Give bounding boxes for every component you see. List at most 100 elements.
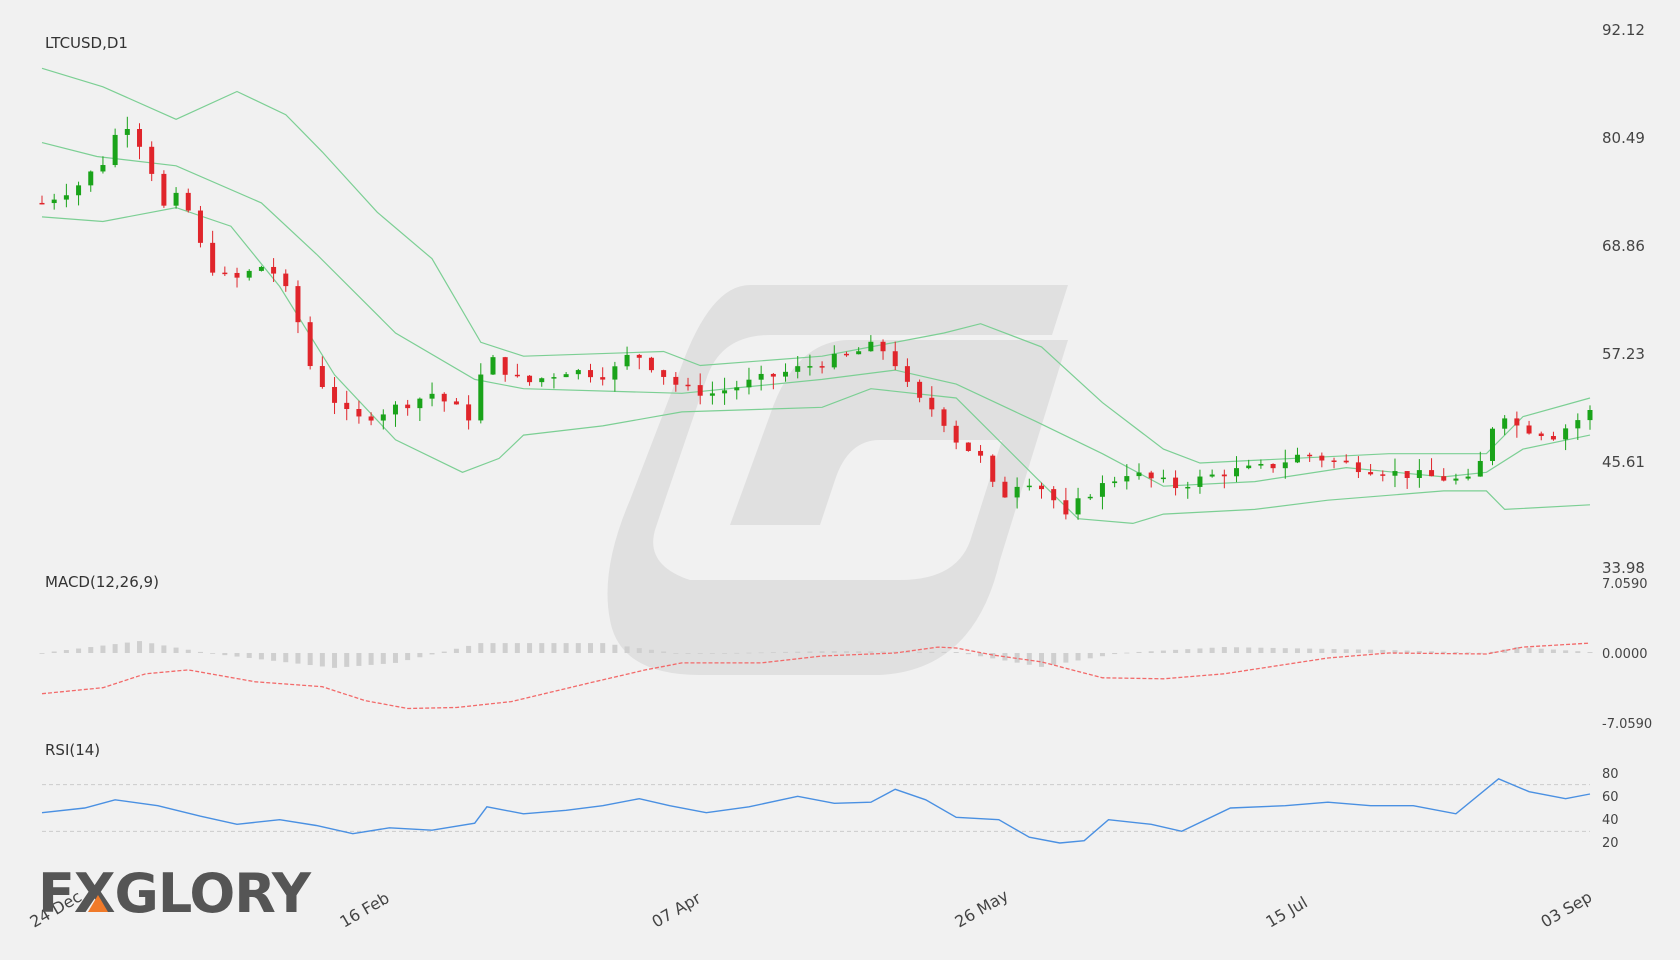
candle-up <box>624 354 630 367</box>
macd-histogram-bar <box>1380 649 1386 653</box>
macd-histogram-bar <box>1063 653 1069 663</box>
macd-histogram-bar <box>1355 649 1361 653</box>
candle-down <box>648 357 654 371</box>
candle-up <box>856 351 862 355</box>
macd-histogram-bar <box>478 643 484 653</box>
macd-histogram-bar <box>1550 649 1556 653</box>
macd-histogram-bar <box>453 648 459 653</box>
macd-histogram-bar <box>636 648 642 653</box>
macd-histogram-bar <box>1538 648 1544 653</box>
macd-histogram-bar <box>51 651 57 653</box>
macd-histogram-bar <box>709 653 715 654</box>
candle-down <box>295 286 301 323</box>
macd-histogram-bar <box>990 653 996 659</box>
rsi-line <box>41 777 1591 844</box>
macd-histogram-bar <box>831 651 837 653</box>
candle-up <box>722 390 728 394</box>
macd-histogram-bar <box>1526 647 1532 653</box>
macd-histogram-bar <box>1331 649 1337 653</box>
candle-up <box>124 129 130 135</box>
candle-down <box>1404 471 1410 478</box>
macd-histogram-bar <box>648 649 654 653</box>
candle-down <box>1331 460 1337 462</box>
candle-down <box>1173 477 1179 489</box>
candle-down <box>1343 460 1349 463</box>
macd-histogram-bar <box>1270 647 1276 653</box>
macd-histogram-bar <box>612 644 618 653</box>
macd-histogram-bar <box>222 653 228 656</box>
macd-histogram-bar <box>697 653 703 654</box>
candle-down <box>1270 463 1276 469</box>
candle-up <box>1465 476 1471 479</box>
macd-y-tick: 0.0000 <box>1602 647 1648 662</box>
macd-histogram-bar <box>880 651 886 653</box>
macd-histogram-bar <box>283 653 289 663</box>
macd-histogram-bar <box>490 643 496 653</box>
candle-up <box>539 378 545 383</box>
price-y-tick: 68.86 <box>1602 237 1645 255</box>
candle-down <box>1526 425 1532 434</box>
macd-histogram-bar <box>1026 653 1032 665</box>
macd-histogram-bar <box>271 653 277 661</box>
macd-histogram-bar <box>734 652 740 654</box>
candle-down <box>197 210 203 243</box>
candle-down <box>661 370 667 377</box>
macd-histogram-bar <box>307 653 313 666</box>
candle-down <box>697 385 703 396</box>
macd-histogram-bar <box>1038 653 1044 667</box>
candle-up <box>1185 486 1191 489</box>
macd-histogram-bar <box>1429 651 1435 653</box>
macd-histogram-bar <box>1282 648 1288 653</box>
macd-histogram-bar <box>953 652 959 653</box>
candle-down <box>685 384 691 387</box>
macd-histogram-bar <box>1343 649 1349 653</box>
macd-histogram-bar <box>124 642 130 653</box>
candle-down <box>1319 455 1325 461</box>
macd-histogram-bar <box>551 643 557 653</box>
candle-down <box>770 373 776 377</box>
macd-histogram-bar <box>1173 649 1179 653</box>
candle-up <box>51 199 57 204</box>
candle-up <box>1209 474 1215 477</box>
candle-up <box>490 357 496 375</box>
macd-histogram-bar <box>1563 650 1569 653</box>
candle-up <box>1502 418 1508 429</box>
x-tick-date: 15 Jul <box>1263 893 1311 932</box>
candle-up <box>88 171 94 186</box>
macd-histogram-bar <box>429 653 435 655</box>
macd-histogram-bar <box>758 652 764 654</box>
macd-histogram-bar <box>1124 652 1130 654</box>
macd-histogram-bar <box>39 653 45 654</box>
candle-down <box>1063 500 1069 515</box>
macd-histogram-bar <box>929 651 935 653</box>
candle-down <box>636 354 642 358</box>
candle-down <box>843 353 849 356</box>
candle-up <box>1477 460 1483 477</box>
rsi-y-tick: 20 <box>1602 836 1619 851</box>
macd-histogram-bar <box>88 647 94 653</box>
candle-up <box>746 379 752 388</box>
macd-histogram-bar <box>575 643 581 653</box>
candle-up <box>1489 428 1495 461</box>
price-y-tick: 57.23 <box>1602 345 1645 363</box>
candle-down <box>283 273 289 287</box>
candle-up <box>1014 486 1020 498</box>
candle-down <box>1148 472 1154 479</box>
macd-histogram-bar <box>441 651 447 653</box>
candle-down <box>904 366 910 382</box>
rsi-y-tick: 80 <box>1602 767 1619 782</box>
candle-down <box>1429 470 1435 477</box>
macd-y-tick: 7.0590 <box>1602 577 1648 592</box>
candle-up <box>1282 462 1288 469</box>
candle-down <box>234 272 240 278</box>
candle-down <box>1038 485 1044 490</box>
macd-histogram-bar <box>1148 651 1154 653</box>
macd-histogram-bar <box>234 653 240 657</box>
macd-histogram-bar <box>673 653 679 654</box>
logo-text: FXGLORY <box>38 862 312 925</box>
price-chart-title: LTCUSD,D1 <box>45 34 128 52</box>
macd-histogram-bar <box>405 653 411 661</box>
macd-histogram-bar <box>917 651 923 653</box>
x-tick-date: 07 Apr <box>649 888 705 931</box>
candle-down <box>453 401 459 405</box>
